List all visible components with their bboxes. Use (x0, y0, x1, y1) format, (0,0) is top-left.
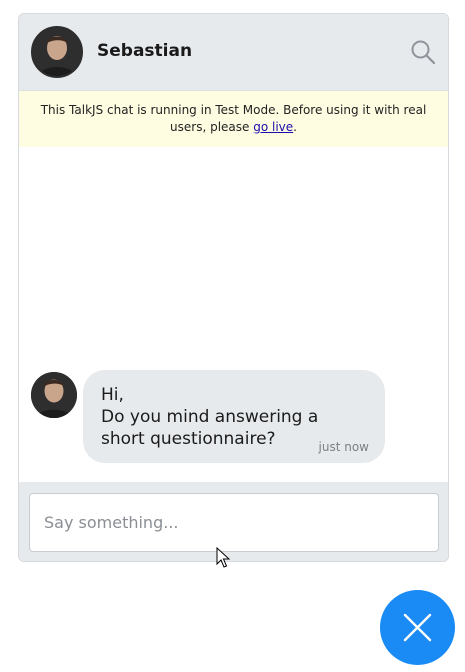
go-live-link[interactable]: go live (253, 120, 293, 134)
chat-window: Sebastian This TalkJS chat is running in… (18, 13, 449, 562)
close-chat-button[interactable] (380, 590, 455, 665)
search-button[interactable] (409, 38, 437, 66)
message-input[interactable] (29, 493, 439, 552)
message-avatar (31, 372, 77, 418)
banner-text-end: . (293, 120, 297, 134)
contact-avatar (31, 26, 83, 78)
banner-text: This TalkJS chat is running in Test Mode… (40, 103, 427, 134)
compose-bar (19, 482, 448, 561)
close-icon (403, 613, 432, 642)
contact-name: Sebastian (97, 41, 193, 61)
message-timestamp: just now (318, 440, 369, 454)
message-bubble: Hi, Do you mind answering a short questi… (83, 370, 385, 463)
chat-header: Sebastian (19, 14, 448, 91)
test-mode-banner: This TalkJS chat is running in Test Mode… (19, 91, 448, 147)
search-icon (411, 40, 436, 65)
message-list: Hi, Do you mind answering a short questi… (19, 147, 448, 482)
